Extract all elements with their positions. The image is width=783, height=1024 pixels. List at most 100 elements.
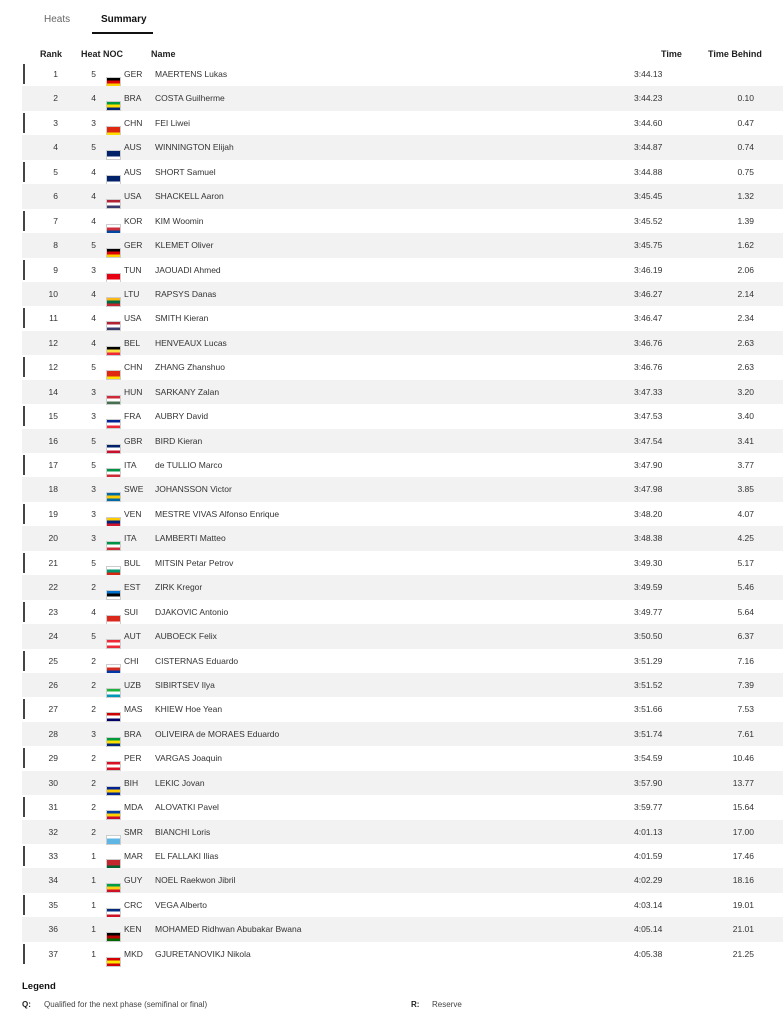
- table-row[interactable]: 22 2 EST ZIRK Kregor 3:49.59 5.46: [22, 575, 783, 601]
- rank-cell: 23: [48, 606, 58, 617]
- athlete-name[interactable]: NOEL Raekwon Jibril: [155, 875, 235, 885]
- table-row[interactable]: 7 4 KOR KIM Woomin 3:45.52 1.39: [22, 209, 783, 234]
- table-row[interactable]: 4 5 AUS WINNINGTON Elijah 3:44.87 0.74: [22, 135, 783, 161]
- tab-summary[interactable]: Summary: [101, 14, 147, 25]
- table-row[interactable]: 23 4 SUI DJAKOVIC Antonio 3:49.77 5.64: [22, 600, 783, 625]
- athlete-name[interactable]: KIM Woomin: [155, 216, 204, 226]
- table-row[interactable]: 2 4 BRA COSTA Guilherme 3:44.23 0.10: [22, 86, 783, 112]
- column-header-heat-noc[interactable]: Heat NOC: [81, 49, 123, 59]
- athlete-name[interactable]: SHACKELL Aaron: [155, 191, 224, 201]
- heat-cell: 2: [91, 802, 96, 813]
- athlete-name[interactable]: MITSIN Petar Petrov: [155, 558, 233, 568]
- athlete-name[interactable]: ALOVATKI Pavel: [155, 802, 219, 812]
- time-behind-cell: 7.61: [737, 728, 754, 739]
- table-row[interactable]: 1 5 GER MAERTENS Lukas 3:44.13: [22, 62, 783, 87]
- table-row[interactable]: 35 1 CRC VEGA Alberto 4:03.14 19.01: [22, 893, 783, 918]
- table-row[interactable]: 9 3 TUN JAOUADI Ahmed 3:46.19 2.06: [22, 258, 783, 283]
- column-header-time-behind[interactable]: Time Behind: [708, 49, 762, 59]
- athlete-name[interactable]: WINNINGTON Elijah: [155, 142, 234, 152]
- athlete-name[interactable]: HENVEAUX Lucas: [155, 338, 227, 348]
- time-cell: 3:51.74: [634, 728, 663, 739]
- table-row[interactable]: 16 5 GBR BIRD Kieran 3:47.54 3.41: [22, 428, 783, 454]
- time-behind-cell: 5.64: [737, 606, 754, 617]
- athlete-name[interactable]: FEI Liwei: [155, 118, 190, 128]
- athlete-name[interactable]: SARKANY Zalan: [155, 387, 219, 397]
- active-tab-indicator: [92, 32, 153, 34]
- table-row[interactable]: 24 5 AUT AUBOECK Felix 3:50.50 6.37: [22, 624, 783, 650]
- athlete-name[interactable]: DJAKOVIC Antonio: [155, 607, 228, 617]
- time-behind-cell: 6.37: [737, 631, 754, 642]
- time-cell: 3:49.77: [634, 606, 663, 617]
- athlete-name[interactable]: de TULLIO Marco: [155, 460, 222, 470]
- flag-icon: [106, 143, 121, 161]
- table-row[interactable]: 26 2 UZB SIBIRTSEV Ilya 3:51.52 7.39: [22, 672, 783, 698]
- athlete-name[interactable]: CISTERNAS Eduardo: [155, 656, 238, 666]
- column-header-rank[interactable]: Rank: [40, 49, 62, 59]
- athlete-name[interactable]: AUBOECK Felix: [155, 631, 217, 641]
- athlete-name[interactable]: JOHANSSON Victor: [155, 484, 232, 494]
- table-row[interactable]: 31 2 MDA ALOVATKI Pavel 3:59.77 15.64: [22, 795, 783, 821]
- table-row[interactable]: 19 3 VEN MESTRE VIVAS Alfonso Enrique 3:48.2…: [22, 502, 783, 527]
- athlete-name[interactable]: KHIEW Hoe Yean: [155, 704, 222, 714]
- athlete-name[interactable]: LEKIC Jovan: [155, 778, 205, 788]
- table-row[interactable]: 34 1 GUY NOEL Raekwon Jibril 4:02.29 18.16: [22, 868, 783, 894]
- flag-icon: [106, 681, 121, 698]
- column-header-name[interactable]: Name: [151, 49, 176, 59]
- table-row[interactable]: 27 2 MAS KHIEW Hoe Yean 3:51.66 7.53: [22, 697, 783, 723]
- noc-cell: BRA: [124, 93, 142, 104]
- table-row[interactable]: 12 4 BEL HENVEAUX Lucas 3:46.76 2.63: [22, 330, 783, 356]
- time-behind-cell: 21.01: [732, 924, 754, 935]
- athlete-name[interactable]: SIBIRTSEV Ilya: [155, 680, 215, 690]
- athlete-name[interactable]: OLIVEIRA de MORAES Eduardo: [155, 729, 279, 739]
- table-row[interactable]: 28 3 BRA OLIVEIRA de MORAES Eduardo 3:51.74 7…: [22, 721, 783, 747]
- athlete-name[interactable]: AUBRY David: [155, 411, 208, 421]
- rank-cell: 22: [48, 582, 58, 593]
- athlete-name[interactable]: SMITH Kieran: [155, 313, 208, 323]
- table-row[interactable]: 29 2 PER VARGAS Joaquin 3:54.59 10.46: [22, 746, 783, 772]
- athlete-name[interactable]: SHORT Samuel: [155, 167, 216, 177]
- table-row[interactable]: 5 4 AUS SHORT Samuel 3:44.88 0.75: [22, 160, 783, 185]
- rank-cell: 6: [53, 191, 58, 202]
- athlete-name[interactable]: MAERTENS Lukas: [155, 69, 227, 79]
- table-row[interactable]: 30 2 BIH LEKIC Jovan 3:57.90 13.77: [22, 770, 783, 796]
- athlete-name[interactable]: COSTA Guilherme: [155, 93, 225, 103]
- athlete-name[interactable]: RAPSYS Danas: [155, 289, 216, 299]
- athlete-name[interactable]: JAOUADI Ahmed: [155, 265, 221, 275]
- noc-cell: BUL: [124, 557, 141, 568]
- athlete-name[interactable]: ZHANG Zhanshuo: [155, 362, 225, 372]
- table-row[interactable]: 15 3 FRA AUBRY David 3:47.53 3.40: [22, 404, 783, 430]
- athlete-name[interactable]: VARGAS Joaquin: [155, 753, 222, 763]
- table-row[interactable]: 8 5 GER KLEMET Oliver 3:45.75 1.62: [22, 233, 783, 259]
- table-row[interactable]: 21 5 BUL MITSIN Petar Petrov 3:49.30 5.17: [22, 551, 783, 576]
- athlete-name[interactable]: VEGA Alberto: [155, 900, 207, 910]
- noc-cell: GER: [124, 240, 143, 251]
- athlete-name[interactable]: MOHAMED Ridhwan Abubakar Bwana: [155, 924, 301, 934]
- athlete-name[interactable]: MESTRE VIVAS Alfonso Enrique: [155, 509, 279, 519]
- tab-heats[interactable]: Heats: [44, 14, 70, 25]
- athlete-name[interactable]: LAMBERTI Matteo: [155, 533, 226, 543]
- table-row[interactable]: 32 2 SMR BIANCHI Loris 4:01.13 17.00: [22, 819, 783, 845]
- table-row[interactable]: 6 4 USA SHACKELL Aaron 3:45.45 1.32: [22, 184, 783, 210]
- athlete-name[interactable]: KLEMET Oliver: [155, 240, 213, 250]
- flag-icon: [106, 290, 121, 307]
- table-row[interactable]: 10 4 LTU RAPSYS Danas 3:46.27 2.14: [22, 281, 783, 307]
- table-row[interactable]: 25 2 CHI CISTERNAS Eduardo 3:51.29 7.16: [22, 649, 783, 674]
- athlete-name[interactable]: BIANCHI Loris: [155, 827, 210, 837]
- table-row[interactable]: 14 3 HUN SARKANY Zalan 3:47.33 3.20: [22, 379, 783, 405]
- table-row[interactable]: 12 5 CHN ZHANG Zhanshuo 3:46.76 2.63: [22, 355, 783, 381]
- table-row[interactable]: 36 1 KEN MOHAMED Ridhwan Abubakar Bwana 4:05…: [22, 917, 783, 943]
- athlete-name[interactable]: GJURETANOVIKJ Nikola: [155, 949, 251, 959]
- table-row[interactable]: 17 5 ITA de TULLIO Marco 3:47.90 3.77: [22, 453, 783, 478]
- table-row[interactable]: 18 3 SWE JOHANSSON Victor 3:47.98 3.85: [22, 477, 783, 503]
- table-row[interactable]: 37 1 MKD GJURETANOVIKJ Nikola 4:05.38 21.25: [22, 942, 783, 967]
- athlete-name[interactable]: EL FALLAKI Ilias: [155, 851, 218, 861]
- table-row[interactable]: 11 4 USA SMITH Kieran 3:46.47 2.34: [22, 306, 783, 332]
- heat-cell: 1: [91, 899, 96, 910]
- athlete-name[interactable]: ZIRK Kregor: [155, 582, 202, 592]
- table-row[interactable]: 3 3 CHN FEI Liwei 3:44.60 0.47: [22, 111, 783, 136]
- column-header-time[interactable]: Time: [661, 49, 682, 59]
- table-row[interactable]: 20 3 ITA LAMBERTI Matteo 3:48.38 4.25: [22, 526, 783, 552]
- time-behind-cell: 2.06: [737, 264, 754, 275]
- table-row[interactable]: 33 1 MAR EL FALLAKI Ilias 4:01.59 17.46: [22, 844, 783, 869]
- athlete-name[interactable]: BIRD Kieran: [155, 436, 202, 446]
